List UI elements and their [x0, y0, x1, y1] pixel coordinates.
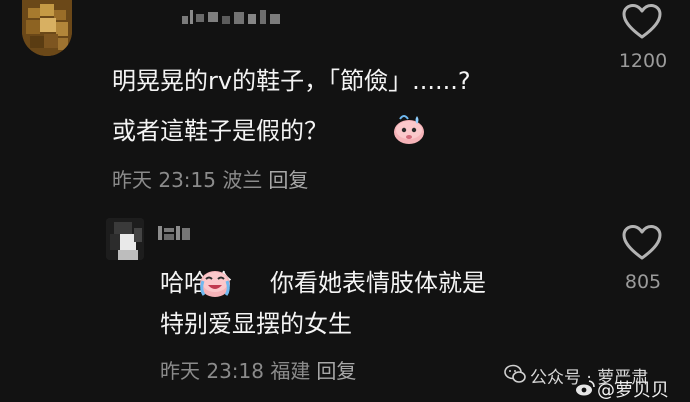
reply-like-count: 805	[624, 271, 662, 293]
sweat-face-emoji	[391, 110, 427, 146]
reply-text-line-2: 特别爱显摆的女生	[160, 310, 352, 338]
crying-laughing-emoji	[197, 263, 233, 299]
comment-timestamp-location: 昨天 23:15 波兰	[112, 168, 263, 192]
commenter-avatar[interactable]	[22, 0, 72, 56]
reply-text-rest: 你看她表情肢体就是	[270, 269, 486, 297]
reply-like-heart-icon[interactable]	[622, 225, 662, 261]
replier-username-blurred[interactable]	[158, 222, 192, 242]
like-count: 1200	[618, 50, 668, 72]
commenter-username-blurred[interactable]	[182, 6, 287, 26]
like-heart-icon[interactable]	[622, 4, 662, 40]
comment-reply-button[interactable]: 回复	[268, 168, 308, 192]
wechat-icon	[504, 364, 526, 388]
comment-meta: 昨天 23:15 波兰 回复	[112, 164, 308, 193]
reply-timestamp-location: 昨天 23:18 福建	[160, 359, 311, 383]
comment-text-line-1: 明晃晃的rv的鞋子，「節儉」......?	[112, 67, 471, 95]
reply-reply-button[interactable]: 回复	[316, 359, 356, 383]
weibo-icon	[574, 378, 596, 402]
reply-meta: 昨天 23:18 福建 回复	[160, 355, 356, 384]
weibo-watermark: @萝贝贝	[597, 380, 669, 401]
comment-text-line-2: 或者這鞋子是假的？	[112, 117, 328, 145]
replier-avatar[interactable]	[106, 218, 144, 260]
